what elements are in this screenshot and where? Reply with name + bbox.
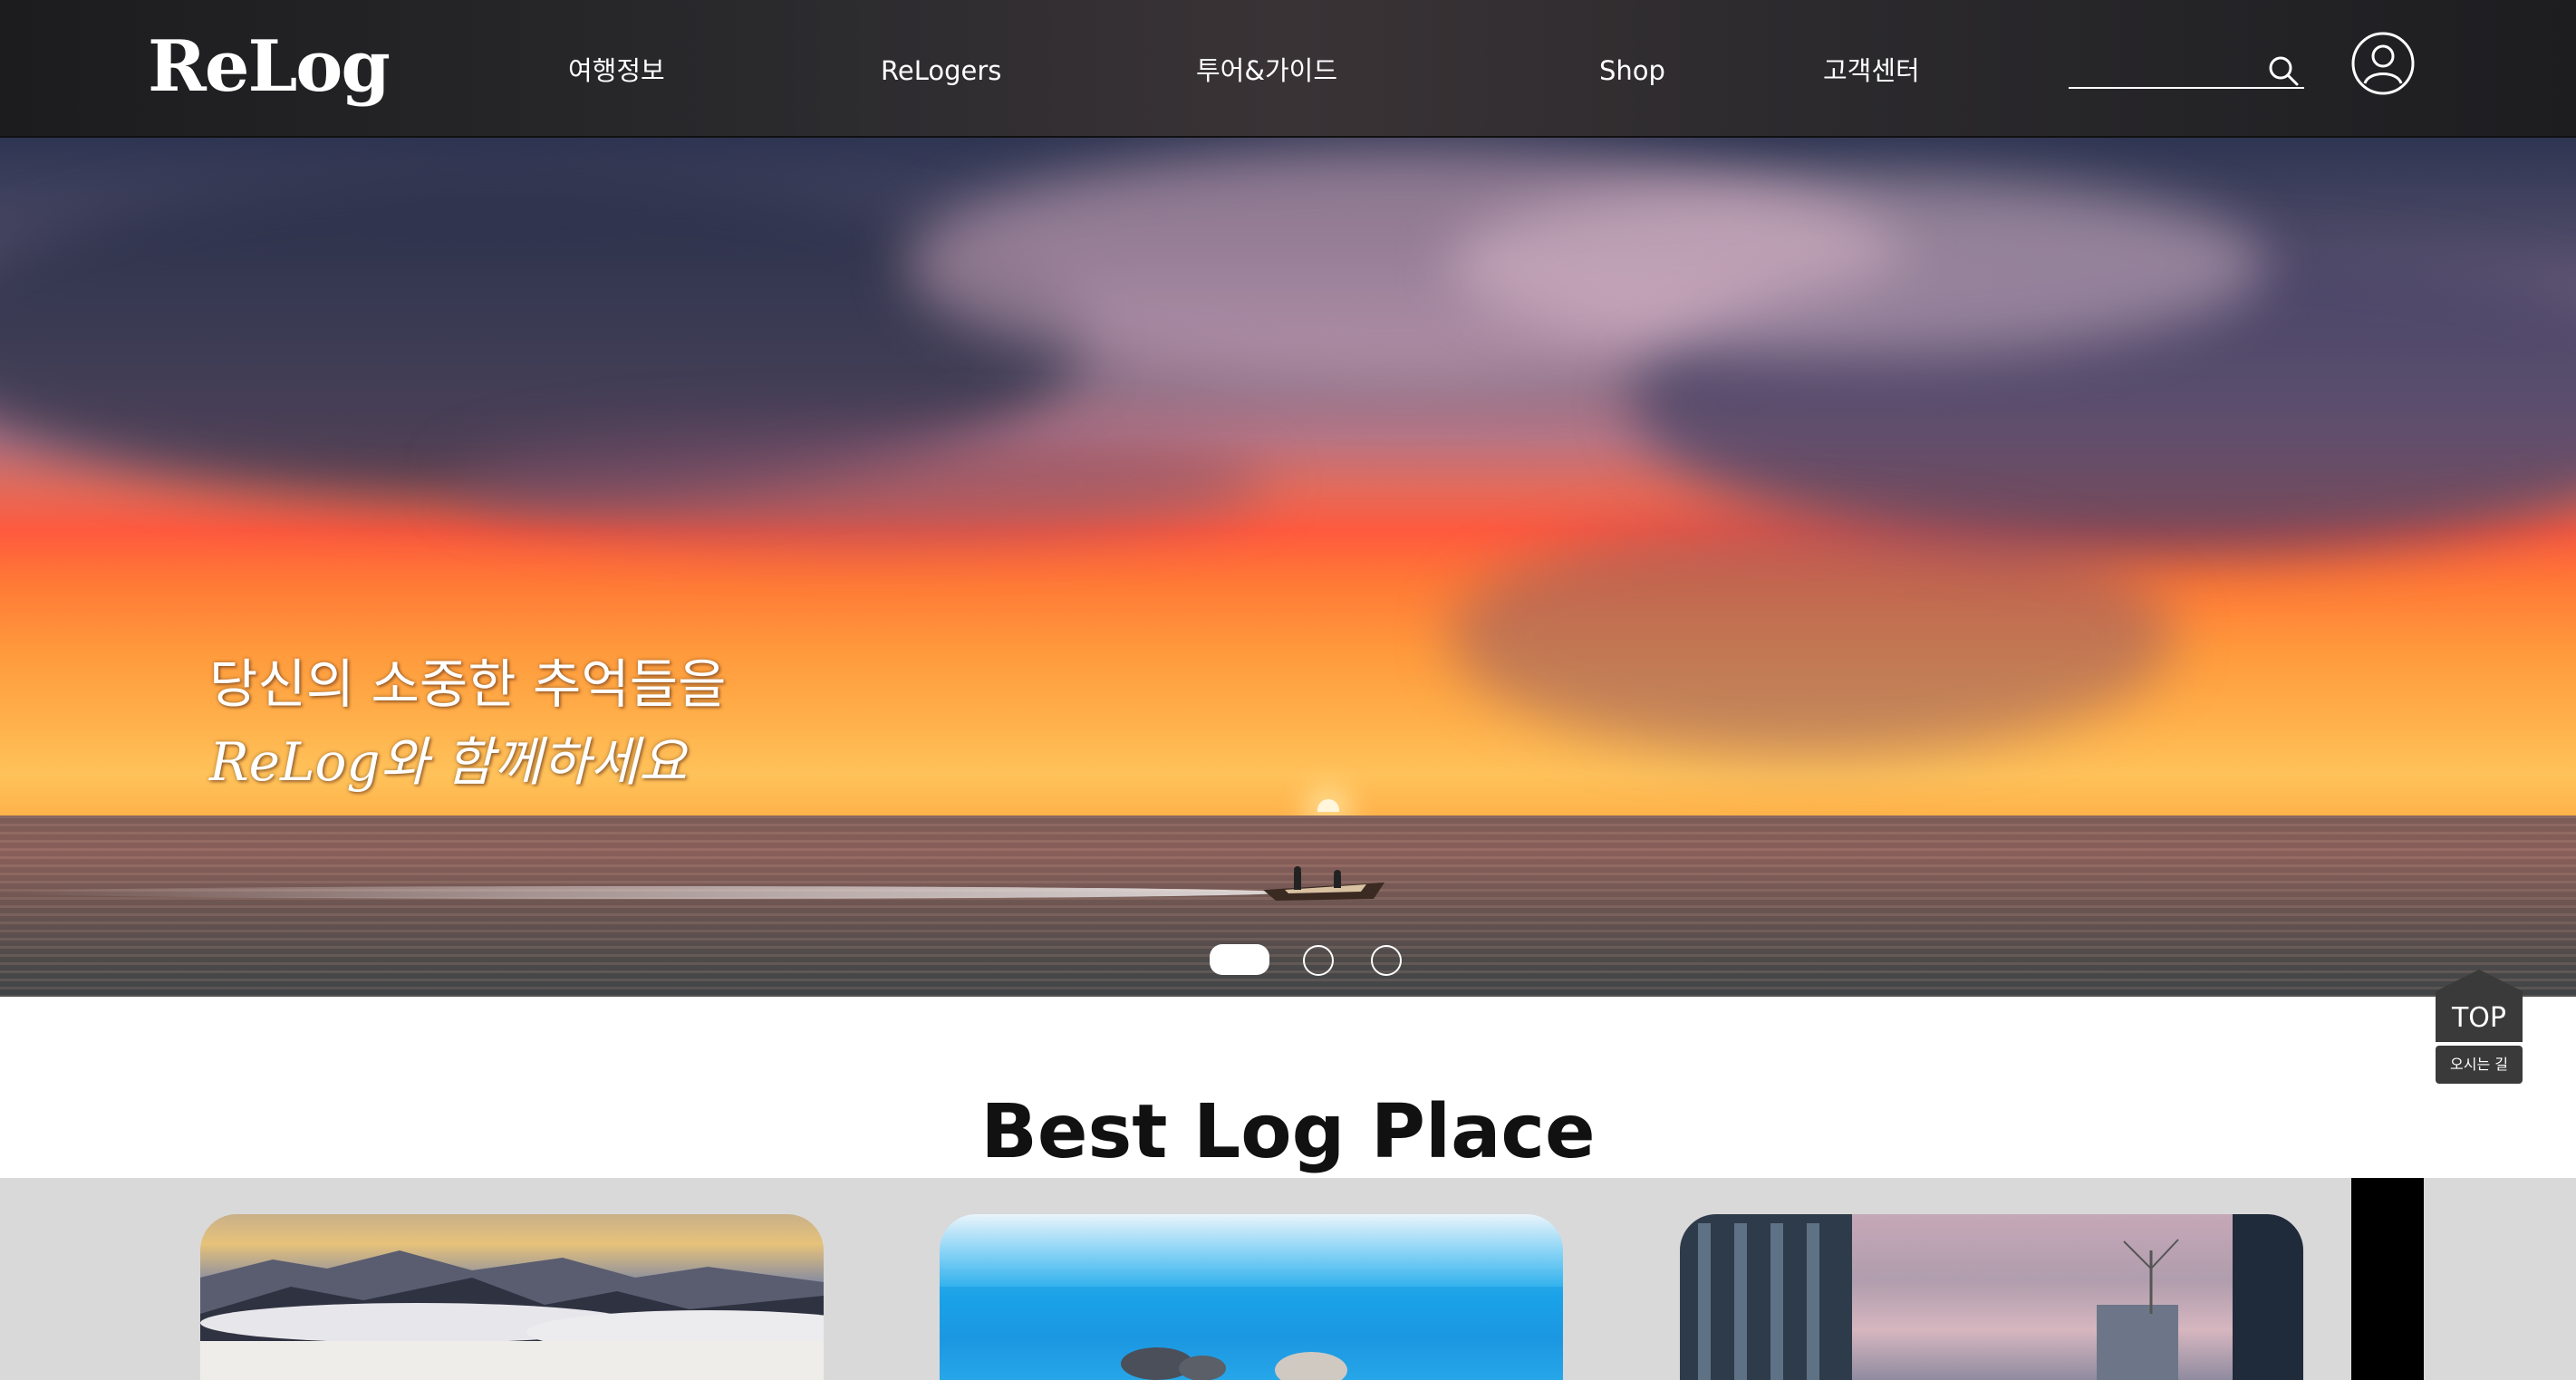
search-icon[interactable]	[2265, 53, 2301, 89]
search-input[interactable]	[2069, 53, 2268, 83]
user-icon[interactable]	[2350, 31, 2416, 96]
hero-tagline-line2: ReLog와 함께하세요	[209, 731, 688, 793]
nav-tour-guide[interactable]: 투어&가이드	[1196, 53, 1337, 89]
slide-indicator-1[interactable]	[1210, 944, 1269, 975]
scrollbar[interactable]	[2351, 1178, 2424, 1380]
scroll-top-button[interactable]: TOP	[2436, 970, 2523, 1042]
relog-logo[interactable]: ReLog	[148, 25, 391, 109]
nav-relogers[interactable]: ReLogers	[881, 53, 1001, 89]
slide-indicator-2[interactable]	[1303, 945, 1334, 976]
sea	[0, 815, 2576, 997]
hero-tagline: 당신의 소중한 추억들을 ReLog와 함께하세요	[209, 645, 726, 801]
directions-button[interactable]: 오시는 길	[2436, 1046, 2523, 1084]
sea-image	[940, 1287, 1563, 1380]
boat-image	[1263, 866, 1384, 901]
hero-tagline-line1: 당신의 소중한 추억들을	[209, 653, 727, 715]
boat-wake	[0, 886, 1287, 899]
nav-customer-center[interactable]: 고객센터	[1823, 53, 1920, 89]
nav-shop[interactable]: Shop	[1599, 53, 1665, 89]
house-roof-icon	[2436, 970, 2523, 991]
nav-travel-info[interactable]: 여행정보	[568, 53, 665, 89]
place-card-city[interactable]	[1680, 1214, 2303, 1380]
place-card-sea[interactable]	[940, 1214, 1563, 1380]
top-label: TOP	[2436, 991, 2523, 1042]
hero-banner: 당신의 소중한 추억들을 ReLog와 함께하세요	[0, 138, 2576, 997]
section-title: Best Log Place	[980, 1089, 1596, 1175]
top-navigation-bar: ReLog 여행정보 ReLogers 투어&가이드 Shop 고객센터	[0, 0, 2576, 138]
place-card-mountain[interactable]	[200, 1214, 824, 1380]
city-image	[1680, 1214, 2303, 1380]
slide-indicator-3[interactable]	[1371, 945, 1402, 976]
mountain-image	[200, 1250, 824, 1380]
